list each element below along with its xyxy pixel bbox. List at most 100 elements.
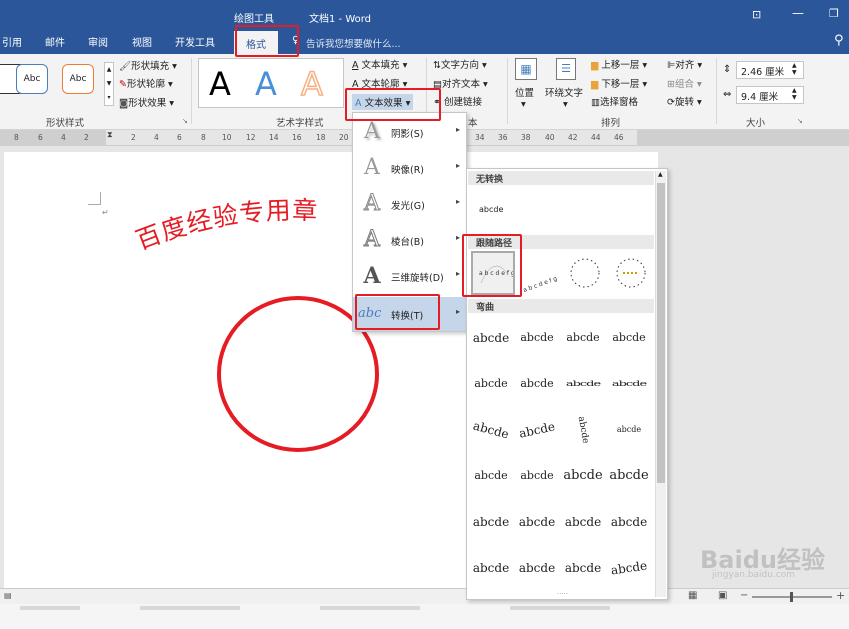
watermark-url: jingyan.baidu.com <box>712 570 796 580</box>
restore-icon[interactable]: ❐ <box>829 7 839 20</box>
wordart-sample-blue[interactable]: A <box>244 60 288 108</box>
wordart-sample-black[interactable]: A <box>198 60 242 108</box>
align-button[interactable]: ⊫对齐 ▾ <box>667 57 702 71</box>
no-transform-header: 无转换 <box>468 171 654 185</box>
menu-item-3d-rotation[interactable]: A 三维旋转(D) ▸ <box>353 259 466 293</box>
group-divider <box>191 58 192 124</box>
group-button[interactable]: ⊞组合 ▾ <box>667 76 702 90</box>
warp-option[interactable]: abcde <box>469 369 513 399</box>
shape-style-sample-1[interactable]: Abc <box>16 64 48 94</box>
rotate-label: 旋转 <box>674 97 694 108</box>
ruler-number: 36 <box>498 133 508 142</box>
warp-option[interactable]: abcde <box>561 553 605 583</box>
group-divider <box>716 58 717 124</box>
menu-item-reflection[interactable]: A 映像(R) ▸ <box>353 151 466 185</box>
warp-option[interactable]: abcde <box>469 553 513 583</box>
highlight-transform <box>355 294 440 330</box>
warp-option[interactable]: abcde <box>515 369 559 399</box>
tell-me-input[interactable]: 告诉我您想要做什么... <box>306 36 401 50</box>
dialog-launcher-icon[interactable]: ↘ <box>182 117 188 125</box>
gallery-scrollbar[interactable]: ▲ <box>655 171 666 597</box>
wrap-text-button[interactable]: 环绕文字 ▾ <box>545 85 583 110</box>
size-dialog-launcher-icon[interactable]: ↘ <box>797 117 803 125</box>
taskbar-item[interactable] <box>140 606 240 610</box>
tab-view[interactable]: 视图 <box>132 34 152 49</box>
position-button[interactable]: 位置 ▾ <box>515 85 534 110</box>
group-divider <box>507 58 508 124</box>
create-link-label: 创建链接 <box>444 97 483 108</box>
status-page-icon: ▤ <box>4 591 12 600</box>
warp-option[interactable]: abcde <box>515 461 559 491</box>
minimize-icon[interactable]: — <box>792 6 804 20</box>
send-backward-button[interactable]: ▆ 下移一层 ▾ <box>591 76 647 90</box>
text-direction-button[interactable]: ⇅文字方向 ▾ <box>433 57 487 71</box>
text-fill-button[interactable]: A 文本填充 ▾ <box>352 57 407 71</box>
follow-path-arch-down[interactable]: a b c d e f g <box>517 251 561 295</box>
menu-item-glow[interactable]: A 发光(G) ▸ <box>353 187 466 221</box>
wordart-sample-orange[interactable]: A <box>290 60 334 108</box>
shape-effects-label: 形状效果 <box>128 98 167 109</box>
submenu-arrow-icon: ▸ <box>455 161 460 170</box>
warp-option[interactable]: abcde <box>469 323 513 353</box>
tab-mailings[interactable]: 邮件 <box>45 34 65 49</box>
zoom-in-icon[interactable]: + <box>836 589 845 602</box>
circle-text-icon <box>570 258 600 288</box>
taskbar-item[interactable] <box>510 606 610 610</box>
resize-handle-icon[interactable]: ····· <box>557 590 568 598</box>
shape-style-sample-2[interactable]: Abc <box>62 64 94 94</box>
warp-option[interactable]: abcde <box>512 411 561 449</box>
warp-option[interactable]: abcde <box>561 461 605 491</box>
warp-option[interactable]: abcde <box>607 323 651 353</box>
scrollbar-thumb[interactable] <box>657 183 665 483</box>
arc-text-shape[interactable]: 百度经验专用章 <box>132 186 372 260</box>
scroll-up-icon[interactable]: ▲ <box>658 171 663 178</box>
warp-option[interactable]: abcde <box>561 375 605 393</box>
menu-item-bevel[interactable]: A 棱台(B) ▸ <box>353 223 466 257</box>
warp-option[interactable]: abcde <box>607 375 651 393</box>
ruler-number: 38 <box>521 133 531 142</box>
taskbar-item[interactable] <box>20 606 80 610</box>
warp-option[interactable]: abcde <box>607 507 651 537</box>
zoom-out-icon[interactable]: − <box>740 590 748 601</box>
height-spinner-icon[interactable]: ▲ ▼ <box>792 62 797 76</box>
ruler-number: 18 <box>316 133 326 142</box>
no-transform-option[interactable]: abcde <box>479 205 503 214</box>
follow-path-circle[interactable] <box>563 251 607 295</box>
paint-bucket-icon: 🖌 <box>119 61 132 72</box>
warp-option[interactable]: abcde <box>469 461 513 491</box>
selection-pane-button[interactable]: ▥选择窗格 <box>591 94 638 108</box>
rotate-button[interactable]: ⟳旋转 ▾ <box>667 94 702 108</box>
warp-option[interactable]: abcde <box>564 406 601 455</box>
width-spinner-icon[interactable]: ▲ ▼ <box>792 87 797 101</box>
shape-outline-button[interactable]: ✎形状轮廓 ▾ <box>119 76 173 90</box>
user-icon[interactable]: ⚲ <box>834 33 844 48</box>
indent-marker-icon[interactable]: ⧗ <box>107 130 113 140</box>
ribbon-display-icon[interactable]: ⊡ <box>752 8 761 21</box>
taskbar-item[interactable] <box>320 606 420 610</box>
warp-option[interactable]: abcde <box>607 461 651 491</box>
warp-option[interactable]: abcde <box>515 323 559 353</box>
warp-option[interactable]: abcde <box>515 507 559 537</box>
warp-option[interactable]: abcde <box>605 550 653 586</box>
warp-option[interactable]: abcde <box>561 507 605 537</box>
tab-references[interactable]: 引用 <box>2 34 22 49</box>
zoom-slider-thumb[interactable] <box>790 592 793 602</box>
drawing-tools-label: 绘图工具 <box>234 14 274 25</box>
warp-option[interactable]: abcde <box>607 415 651 445</box>
tab-developer[interactable]: 开发工具 <box>175 34 215 49</box>
bring-forward-button[interactable]: ▆ 上移一层 ▾ <box>591 57 647 71</box>
ruler-number: 42 <box>568 133 578 142</box>
warp-option[interactable]: abcde <box>466 410 516 450</box>
shape-style-scroll[interactable]: ▲ ▼ ▾ <box>104 62 114 106</box>
ruler-number: 40 <box>545 133 555 142</box>
shape-effects-button[interactable]: ◙形状效果 ▾ <box>119 95 174 109</box>
warp-option[interactable]: abcde <box>515 553 559 583</box>
follow-path-button[interactable] <box>609 251 653 295</box>
warp-option[interactable]: abcde <box>561 323 605 353</box>
read-mode-icon[interactable]: ▦ <box>688 590 697 601</box>
tab-review[interactable]: 审阅 <box>88 34 108 49</box>
shape-fill-button[interactable]: 🖌形状填充 ▾ <box>119 58 177 72</box>
align-text-button[interactable]: ▤对齐文本 ▾ <box>433 76 488 90</box>
print-layout-icon[interactable]: ▣ <box>718 590 727 601</box>
warp-option[interactable]: abcde <box>469 507 513 537</box>
